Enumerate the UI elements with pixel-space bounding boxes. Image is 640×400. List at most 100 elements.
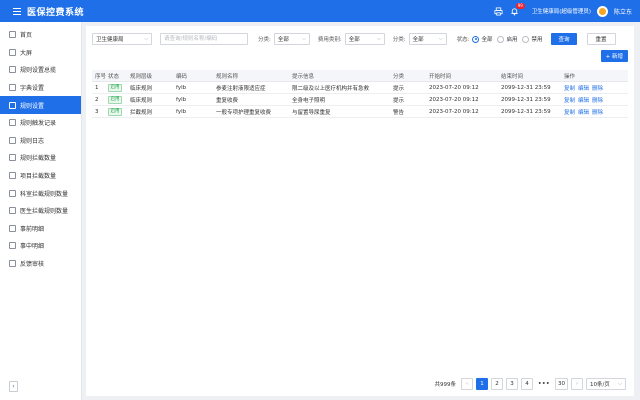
sidebar-item-label: 反馈审核 [20,261,45,269]
sidebar-item-label: 事中明细 [20,243,45,251]
avatar[interactable] [596,5,608,17]
sidebar-item[interactable]: 科室拦截规则数量 [0,184,81,202]
sidebar-item[interactable]: 规则触发记录 [0,114,81,132]
bell-icon[interactable]: 99 [510,3,525,16]
sidebar-item[interactable]: 规则拦截数量 [0,149,81,167]
column-header: 操作 [564,73,576,80]
cell-message: 限二级及以上医疗机构并有急救 [292,85,370,92]
edit-link[interactable]: 编辑 [578,86,589,92]
sidebar-item[interactable]: 规则设置 [0,96,81,114]
app-title: 医保控费系统 [27,7,85,18]
cell-ops: 复制 编辑 删除 [564,96,628,104]
prev-page-button[interactable]: ‹ [460,378,473,390]
chart-icon [9,172,16,180]
chevron-left-icon[interactable]: ‹ [9,381,18,392]
category-label: 分类: [258,37,271,43]
cell-index: 3 [95,108,99,115]
printer-icon[interactable] [494,6,504,16]
sidebar-item[interactable]: 首页 [0,26,81,44]
hamburger-menu-icon[interactable] [13,7,21,15]
pagination: 共999条 ‹ 1234 ••• 30 › 10条/页 ⌵ [434,378,626,390]
log-icon [9,136,16,144]
radio-dot [497,35,505,43]
chevron-down-icon: ⌵ [302,36,306,42]
sidebar-item[interactable]: 医生拦截规则数量 [0,202,81,220]
copy-link[interactable]: 复制 [564,98,575,104]
sidebar-item-label: 字典设置 [20,85,45,93]
cell-start: 2023-07-20 09:12 [429,96,479,103]
copy-link[interactable]: 复制 [564,86,575,92]
sidebar-item-label: 规则设置 [20,102,45,110]
sidebar-item[interactable]: 字典设置 [0,79,81,97]
chevron-down-icon: ⌵ [618,381,622,387]
sidebar-item[interactable]: 事中明细 [0,237,81,255]
category-select[interactable]: 全部 ⌵ [273,33,310,45]
status-badge: 启用 [108,83,122,92]
column-header: 规则层级 [130,73,153,80]
page-size-value: 10条/页 [590,382,610,388]
delete-link[interactable]: 删除 [592,110,603,116]
user-name[interactable]: 陈立东 [614,7,632,16]
column-header: 规则名称 [216,73,239,80]
top-bar: 医保控费系统 99 卫生健康局(超级管理员) 陈立东 [0,0,640,22]
status-radio[interactable]: 全部 [472,35,492,43]
search-input[interactable] [160,33,248,45]
chevron-down-icon: ⌵ [438,36,443,42]
sidebar-item[interactable]: 事前明细 [0,220,81,238]
sidebar-item[interactable]: 规则设置总揽 [0,61,81,79]
status-radio-label: 禁用 [531,37,543,43]
sidebar-item[interactable]: 反馈审核 [0,255,81,273]
delete-link[interactable]: 删除 [592,98,603,104]
chart-icon [9,189,16,197]
page-size-select[interactable]: 10条/页 ⌵ [586,378,626,390]
dictionary-icon [9,84,16,92]
cell-end: 2099-12-31 23:59 [501,84,551,91]
fee-type-select[interactable]: 全部 ⌵ [344,33,385,45]
page-button[interactable]: 3 [505,378,518,390]
status-radio-label: 启用 [506,37,518,43]
status-cell: 启用 [108,107,130,116]
status-radio[interactable]: 启用 [497,35,517,43]
cell-level: 临床规则 [130,85,153,92]
sidebar-item-label: 事前明细 [20,225,45,233]
page-button[interactable]: 4 [520,378,533,390]
column-header: 提示信息 [292,73,315,80]
notification-badge: 99 [515,3,525,9]
cell-message: 全身电子照明 [292,97,326,104]
document-icon [9,66,16,74]
last-page-button[interactable]: 30 [555,378,568,390]
status-badge: 启用 [108,107,122,116]
status-radio-label: 全部 [481,37,493,43]
table-row: 1 启用 临床规则 fylb 参麦注射液限适应症 限二级及以上医疗机构并有急救 提示 2023… [92,82,628,94]
page-button[interactable]: 1 [475,378,488,390]
next-page-button[interactable]: › [571,378,583,390]
add-button[interactable]: + 新增 [600,50,628,62]
cell-category: 警告 [393,109,405,116]
sidebar-item[interactable]: 大屏 [0,44,81,62]
cell-name: 参麦注射液限适应症 [216,85,266,92]
sidebar-item[interactable]: 项目拦截数量 [0,167,81,185]
org-select[interactable]: 卫生健康局 ⌵ [92,33,152,45]
reset-button[interactable]: 重置 [586,33,616,45]
pagination-ellipsis[interactable]: ••• [535,378,552,390]
page-button[interactable]: 2 [490,378,503,390]
search-button[interactable]: 查询 [551,33,577,45]
cell-index: 2 [95,96,99,103]
cell-level: 拦截规则 [130,109,153,116]
category2-select[interactable]: 全部 ⌵ [408,33,447,45]
cell-level: 临床规则 [130,97,153,104]
copy-link[interactable]: 复制 [564,110,575,116]
fee-type-select-value: 全部 [348,37,360,43]
status-cell: 启用 [108,83,130,92]
feedback-icon [9,260,16,268]
sidebar-item-label: 规则触发记录 [20,120,57,128]
cell-end: 2099-12-31 23:59 [501,96,551,103]
status-radio[interactable]: 禁用 [522,35,542,43]
chevron-down-icon: ⌵ [144,36,148,42]
cell-start: 2023-07-20 09:12 [429,84,479,91]
edit-link[interactable]: 编辑 [578,98,589,104]
edit-link[interactable]: 编辑 [578,110,589,116]
sidebar-item[interactable]: 规则日志 [0,132,81,150]
delete-link[interactable]: 删除 [592,86,603,92]
sidebar-item-label: 科室拦截规则数量 [20,190,69,198]
